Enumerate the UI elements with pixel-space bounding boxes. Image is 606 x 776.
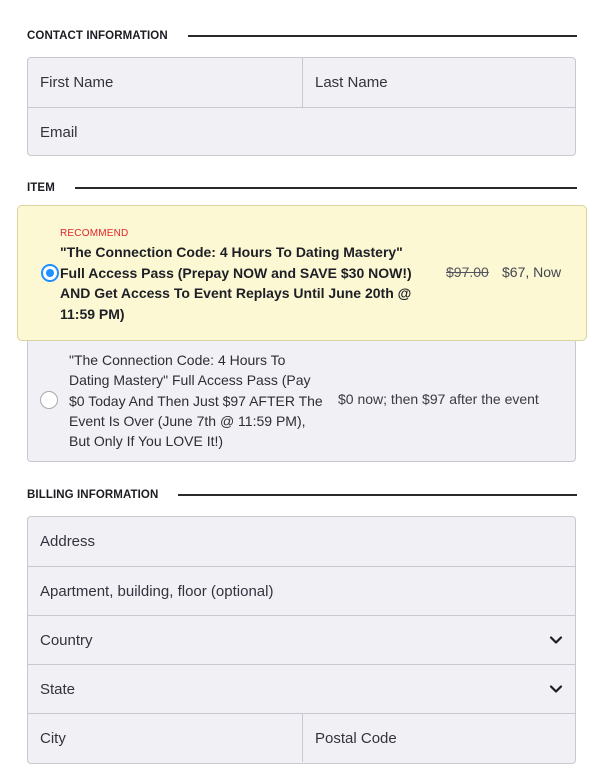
billing-section-header: BILLING INFORMATION bbox=[27, 485, 577, 505]
item-section-header: ITEM bbox=[27, 178, 577, 198]
billing-section-title: BILLING INFORMATION bbox=[27, 489, 159, 501]
chevron-down-icon bbox=[549, 636, 563, 644]
country-select[interactable]: Country bbox=[28, 615, 575, 664]
contact-section-header: CONTACT INFORMATION bbox=[27, 26, 577, 46]
country-select-label: Country bbox=[40, 631, 93, 649]
contact-section-title: CONTACT INFORMATION bbox=[27, 30, 168, 42]
item-option-recommended[interactable]: RECOMMEND "The Connection Code: 4 Hours … bbox=[17, 205, 587, 341]
section-divider bbox=[74, 187, 577, 189]
option-1-name: "The Connection Code: 4 Hours To Dating … bbox=[60, 244, 412, 322]
address-field[interactable]: Address bbox=[28, 517, 575, 566]
section-divider bbox=[178, 494, 577, 496]
option-2-radio[interactable] bbox=[40, 391, 58, 409]
email-field[interactable]: Email bbox=[28, 108, 575, 156]
state-select-label: State bbox=[40, 680, 76, 698]
chevron-down-icon bbox=[549, 685, 563, 693]
apartment-field[interactable]: Apartment, building, floor (optional) bbox=[28, 567, 575, 615]
last-name-field[interactable]: Last Name bbox=[303, 58, 575, 107]
billing-fields: Address Apartment, building, floor (opti… bbox=[27, 516, 576, 764]
state-select[interactable]: State bbox=[28, 664, 575, 713]
recommend-badge: RECOMMEND bbox=[60, 228, 129, 239]
contact-fields: First Name Last Name Email bbox=[27, 57, 576, 156]
option-1-original-price: $97.00 bbox=[446, 264, 489, 280]
section-divider bbox=[187, 35, 577, 37]
option-1-radio[interactable] bbox=[41, 264, 59, 282]
option-2-price: $0 now; then $97 after the event bbox=[338, 391, 539, 407]
first-name-field[interactable]: First Name bbox=[28, 58, 303, 107]
item-section-title: ITEM bbox=[27, 182, 55, 194]
option-1-price: $67, Now bbox=[502, 264, 562, 280]
option-2-name: "The Connection Code: 4 Hours To Dating … bbox=[69, 352, 323, 450]
item-options: "The Connection Code: 4 Hours To Dating … bbox=[17, 205, 587, 462]
postal-code-field[interactable]: Postal Code bbox=[303, 714, 575, 762]
city-field[interactable]: City bbox=[28, 714, 303, 762]
